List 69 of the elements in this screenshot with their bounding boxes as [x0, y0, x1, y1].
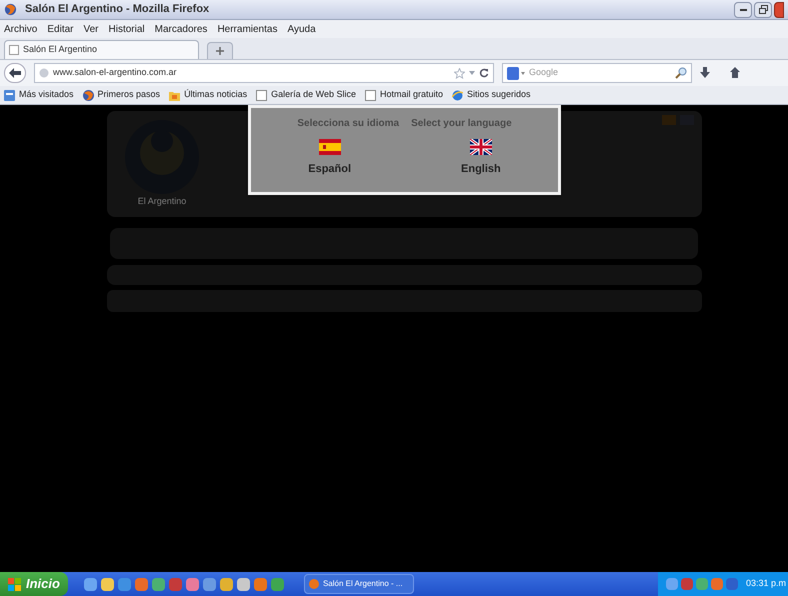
- app-shortcut-icon[interactable]: [118, 578, 131, 590]
- language-link[interactable]: English: [461, 161, 501, 178]
- menu-item[interactable]: Herramientas: [217, 22, 278, 36]
- address-field[interactable]: www.salon-el-argentino.com.ar: [34, 63, 494, 83]
- app-shortcut-icon[interactable]: [236, 578, 250, 590]
- restore-icon: [758, 5, 768, 14]
- new-tab-button[interactable]: [207, 42, 233, 59]
- app-shortcut-icon[interactable]: [134, 578, 148, 590]
- dialog-prompt: Selecciona su idioma: [297, 117, 400, 131]
- dialog-prompt: Select your language: [411, 117, 512, 131]
- page-icon: [364, 90, 376, 100]
- page-icon: [256, 90, 268, 100]
- language-link[interactable]: Español: [308, 161, 352, 178]
- app-shortcut-icon[interactable]: [84, 578, 97, 590]
- bookmark-link[interactable]: Hotmail gratuito: [364, 88, 444, 102]
- app-shortcut-icon[interactable]: [152, 578, 165, 590]
- dropdown-caret-icon[interactable]: [469, 71, 475, 75]
- app-shortcut-icon[interactable]: [186, 578, 199, 590]
- globe-icon: [39, 68, 49, 78]
- tray-icon[interactable]: [696, 578, 708, 590]
- menu-item[interactable]: Ayuda: [287, 22, 316, 36]
- app-shortcut-icon[interactable]: [202, 578, 216, 590]
- tray-icon[interactable]: [726, 578, 738, 590]
- folder-icon: [169, 90, 180, 100]
- tray-icon[interactable]: [666, 578, 678, 590]
- windows-logo-icon: [8, 578, 22, 590]
- download-icon[interactable]: [700, 67, 710, 79]
- fox-globe-icon: [4, 3, 17, 16]
- close-button[interactable]: [774, 2, 784, 18]
- app-shortcut-icon[interactable]: [220, 578, 233, 590]
- back-button[interactable]: [4, 63, 26, 83]
- back-arrow-icon: [9, 68, 21, 78]
- menu-item[interactable]: Marcadores: [154, 22, 208, 36]
- bookmark-link[interactable]: Sitios sugeridos: [452, 88, 531, 102]
- logo-caption: El Argentino: [138, 195, 186, 208]
- menu-item[interactable]: Historial: [108, 22, 145, 36]
- fox-globe-icon: [82, 90, 94, 100]
- window-title: Salón El Argentino - Mozilla Firefox: [25, 2, 210, 18]
- bookmark-link[interactable]: Más visitados: [4, 88, 74, 102]
- browser-tab[interactable]: Salón El Argentino: [4, 40, 199, 59]
- bookmark-link[interactable]: Primeros pasos: [82, 88, 160, 102]
- menu-item[interactable]: Ver: [83, 22, 98, 36]
- bookmark-list-icon: [4, 90, 15, 100]
- search-field[interactable]: Google: [502, 63, 692, 83]
- search-engine-icon[interactable]: [507, 66, 525, 80]
- plus-icon: [216, 47, 224, 55]
- search-icon[interactable]: [675, 67, 687, 79]
- search-input[interactable]: Google: [529, 66, 649, 80]
- bookmark-link[interactable]: Últimas noticias: [169, 88, 248, 102]
- app-shortcut-icon[interactable]: [254, 578, 267, 590]
- minimize-icon: [740, 8, 746, 10]
- tray-icon[interactable]: [680, 578, 693, 590]
- address-text: www.salon-el-argentino.com.ar: [53, 66, 177, 80]
- clock: 03:31 p.m: [746, 577, 786, 590]
- menu-item[interactable]: Editar: [47, 22, 74, 36]
- fox-globe-icon: [308, 579, 319, 589]
- menu-item[interactable]: Archivo: [4, 22, 38, 36]
- reload-icon[interactable]: [479, 68, 489, 78]
- page-icon: [9, 45, 19, 55]
- minimize-button[interactable]: [734, 2, 752, 18]
- app-shortcut-icon[interactable]: [100, 578, 114, 590]
- star-icon[interactable]: [454, 68, 465, 78]
- bookmark-link[interactable]: Galería de Web Slice: [256, 88, 356, 102]
- globe-e-icon: [452, 90, 464, 100]
- tray-icon[interactable]: [710, 578, 723, 590]
- app-shortcut-icon[interactable]: [270, 578, 284, 590]
- taskbar-task[interactable]: Salón El Argentino - ...: [304, 574, 414, 594]
- restore-button[interactable]: [754, 2, 772, 18]
- home-icon[interactable]: [730, 67, 740, 79]
